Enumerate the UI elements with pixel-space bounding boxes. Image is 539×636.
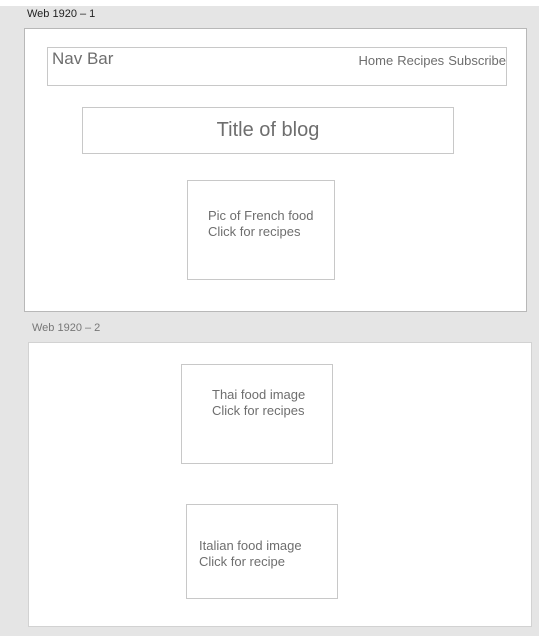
artboard-web-1920-1[interactable]: Nav Bar Home Recipes Subscribe Title of … xyxy=(24,28,527,312)
italian-food-card[interactable]: Italian food image Click for recipe xyxy=(186,504,338,599)
nav-link-subscribe[interactable]: Subscribe xyxy=(448,53,506,68)
blog-title: Title of blog xyxy=(216,119,320,141)
italian-food-caption: Italian food image xyxy=(199,538,302,553)
nav-link-recipes[interactable]: Recipes xyxy=(397,53,444,68)
french-food-recipes-link[interactable]: Click for recipes xyxy=(208,224,314,240)
nav-links: Home Recipes Subscribe xyxy=(359,53,506,68)
french-food-card-text: Pic of French food Click for recipes xyxy=(208,208,314,240)
blog-title-box: Title of blog xyxy=(82,107,454,154)
thai-food-card[interactable]: Thai food image Click for recipes xyxy=(181,364,333,464)
thai-food-recipes-link[interactable]: Click for recipes xyxy=(212,403,305,419)
canvas-top-strip xyxy=(0,0,539,6)
italian-food-card-text: Italian food image Click for recipe xyxy=(199,538,302,570)
thai-food-card-text: Thai food image Click for recipes xyxy=(212,387,305,419)
thai-food-caption: Thai food image xyxy=(212,387,306,402)
artboard-label-web-1920-1[interactable]: Web 1920 – 1 xyxy=(27,8,95,20)
artboard-web-1920-2[interactable]: Thai food image Click for recipes Italia… xyxy=(28,342,532,627)
nav-bar: Nav Bar Home Recipes Subscribe xyxy=(47,47,507,86)
french-food-caption: Pic of French food xyxy=(208,208,314,223)
artboard-label-web-1920-2[interactable]: Web 1920 – 2 xyxy=(32,322,100,334)
italian-food-recipe-link[interactable]: Click for recipe xyxy=(199,554,302,570)
french-food-card[interactable]: Pic of French food Click for recipes xyxy=(187,180,335,280)
nav-bar-title: Nav Bar xyxy=(52,49,114,68)
nav-link-home[interactable]: Home xyxy=(359,53,394,68)
